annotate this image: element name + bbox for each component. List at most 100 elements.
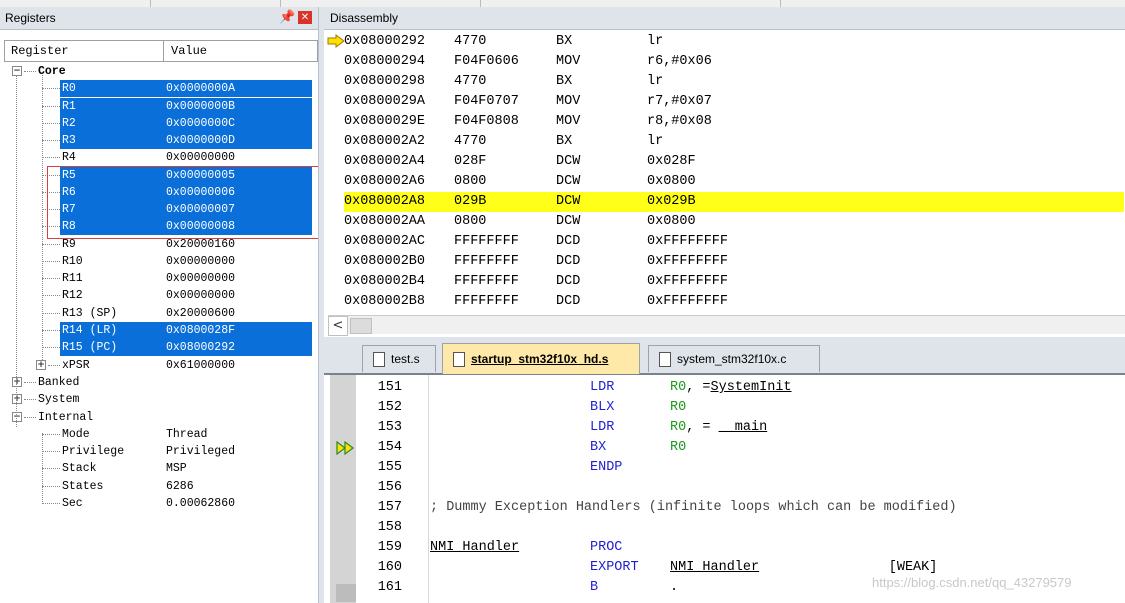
disassembly-opcode: 4770 [454, 34, 487, 49]
register-value[interactable]: 0x0800028F [166, 324, 235, 337]
pin-icon[interactable]: 📌 [279, 10, 295, 25]
disassembly-row[interactable]: 0x0800029A F04F0707 MOV r7,#0x07 [344, 92, 1124, 112]
register-value[interactable]: 0x00000000 [166, 255, 235, 268]
column-value[interactable]: Value [171, 44, 207, 58]
register-value[interactable]: 0x08000292 [166, 341, 235, 354]
register-row-banked[interactable]: + Banked [0, 374, 318, 391]
register-value[interactable]: 6286 [166, 480, 194, 493]
register-row-r10[interactable]: R10 0x00000000 [0, 253, 318, 270]
file-icon [373, 352, 385, 367]
register-row-r15[interactable]: R15 (PC) 0x08000292 [0, 339, 318, 356]
register-row-internal[interactable]: − Internal [0, 409, 318, 426]
register-value[interactable]: MSP [166, 462, 187, 475]
tree-guide [42, 157, 60, 159]
register-value[interactable]: 0x61000000 [166, 359, 235, 372]
register-value[interactable]: 0x0000000B [166, 100, 235, 113]
tree-guide [42, 295, 60, 297]
code-line[interactable]: 158 [364, 518, 1124, 538]
register-row-r4[interactable]: R4 0x00000000 [0, 149, 318, 166]
tab-startup-stm32f10x-hd-s[interactable]: startup_stm32f10x_hd.s [442, 343, 640, 374]
disassembly-mnemonic: BX [556, 74, 573, 89]
code-line[interactable]: 154 BX R0 [364, 438, 1124, 458]
source-editor: test.s startup_stm32f10x_hd.s system_stm32… [324, 337, 1125, 603]
tree-guide-vertical [42, 75, 43, 360]
line-number: 153 [377, 420, 402, 435]
code-line[interactable]: 156 [364, 478, 1124, 498]
tab-system-stm32f10x-c[interactable]: system_stm32f10x.c [648, 345, 820, 372]
collapse-icon[interactable]: − [12, 412, 22, 422]
register-value[interactable]: 0.00062860 [166, 497, 235, 510]
disassembly-row[interactable]: 0x080002A8 029B DCW 0x029B [344, 192, 1124, 212]
register-row-privilege[interactable]: Privilege Privileged [0, 443, 318, 460]
column-register[interactable]: Register [11, 44, 69, 58]
scroll-left-button[interactable]: < [328, 316, 348, 336]
column-divider[interactable] [163, 41, 164, 61]
disassembly-row[interactable]: 0x08000298 4770 BX lr [344, 72, 1124, 92]
register-row-r11[interactable]: R11 0x00000000 [0, 270, 318, 287]
register-value[interactable]: 0x0000000A [166, 82, 235, 95]
register-row-r14[interactable]: R14 (LR) 0x0800028F [0, 322, 318, 339]
disassembly-row[interactable]: 0x080002B0 FFFFFFFF DCD 0xFFFFFFFF [344, 252, 1124, 272]
register-row-r3[interactable]: R3 0x0000000D [0, 132, 318, 149]
register-value[interactable]: 0x20000600 [166, 307, 235, 320]
code-line[interactable]: 159 NMI_Handler PROC [364, 538, 1124, 558]
register-row-states[interactable]: States 6286 [0, 478, 318, 495]
register-value[interactable]: 0x20000160 [166, 238, 235, 251]
register-row-r1[interactable]: R1 0x0000000B [0, 98, 318, 115]
expand-icon[interactable]: + [12, 394, 22, 404]
code-line[interactable]: 152 BLX R0 [364, 398, 1124, 418]
register-value[interactable]: 0x0000000D [166, 134, 235, 147]
register-row-system[interactable]: + System [0, 391, 318, 408]
disassembly-address: 0x080002B0 [344, 254, 426, 269]
disassembly-row[interactable]: 0x080002A4 028F DCW 0x028F [344, 152, 1124, 172]
register-value[interactable]: Privileged [166, 445, 235, 458]
register-value[interactable]: 0x00000000 [166, 151, 235, 164]
register-row-stack[interactable]: Stack MSP [0, 460, 318, 477]
register-name: R15 (PC) [62, 341, 118, 354]
code-instruction: PROC [590, 540, 623, 555]
disassembly-mnemonic: MOV [556, 114, 581, 129]
disassembly-hscrollbar[interactable]: < [328, 315, 1125, 336]
register-name: R13 (SP) [62, 307, 118, 320]
code-line[interactable]: 155 ENDP [364, 458, 1124, 478]
disassembly-row[interactable]: 0x080002A6 0800 DCW 0x0800 [344, 172, 1124, 192]
disassembly-row[interactable]: 0x080002B4 FFFFFFFF DCD 0xFFFFFFFF [344, 272, 1124, 292]
disassembly-row[interactable]: 0x08000292 4770 BX lr [344, 32, 1124, 52]
register-value[interactable]: Thread [166, 428, 207, 441]
register-row-r0[interactable]: R0 0x0000000A [0, 80, 318, 97]
register-row-core[interactable]: − Core [0, 63, 318, 80]
scroll-thumb[interactable] [350, 318, 372, 334]
disassembly-operand: r6,#0x06 [647, 54, 712, 69]
register-row-r12[interactable]: R12 0x00000000 [0, 287, 318, 304]
register-row-sec[interactable]: Sec 0.00062860 [0, 495, 318, 512]
double-arrow-icon [336, 441, 354, 455]
disassembly-row[interactable]: 0x080002AA 0800 DCW 0x0800 [344, 212, 1124, 232]
register-value[interactable]: 0x00000000 [166, 272, 235, 285]
editor-gutter[interactable] [330, 375, 356, 603]
collapse-icon[interactable]: − [12, 66, 22, 76]
tree-guide [42, 261, 60, 263]
gutter-scroll-marker[interactable] [336, 584, 356, 602]
code-line[interactable]: 151 LDR R0, =SystemInit [364, 378, 1124, 398]
disassembly-row[interactable]: 0x080002A2 4770 BX lr [344, 132, 1124, 152]
tab-test-s[interactable]: test.s [362, 345, 436, 372]
register-row-r2[interactable]: R2 0x0000000C [0, 115, 318, 132]
register-row-r13[interactable]: R13 (SP) 0x20000600 [0, 305, 318, 322]
code-line[interactable]: 153 LDR R0, = __main [364, 418, 1124, 438]
disassembly-row[interactable]: 0x080002B8 FFFFFFFF DCD 0xFFFFFFFF [344, 292, 1124, 312]
register-row-mode[interactable]: Mode Thread [0, 426, 318, 443]
close-icon[interactable]: ✕ [298, 11, 312, 24]
disassembly-address: 0x08000292 [344, 34, 426, 49]
disassembly-row[interactable]: 0x08000294 F04F0606 MOV r6,#0x06 [344, 52, 1124, 72]
disassembly-row[interactable]: 0x0800029E F04F0808 MOV r8,#0x08 [344, 112, 1124, 132]
expand-icon[interactable]: + [12, 377, 22, 387]
tree-guide [48, 365, 60, 367]
code-label: NMI_Handler [430, 540, 520, 555]
register-row-xpsr[interactable]: + xPSR 0x61000000 [0, 357, 318, 374]
watermark: https://blog.csdn.net/qq_43279579 [872, 575, 1072, 590]
code-line[interactable]: 157 ; Dummy Exception Handlers (infinite … [364, 498, 1124, 518]
register-value[interactable]: 0x0000000C [166, 117, 235, 130]
register-value[interactable]: 0x00000000 [166, 289, 235, 302]
expand-icon[interactable]: + [36, 360, 46, 370]
disassembly-row[interactable]: 0x080002AC FFFFFFFF DCD 0xFFFFFFFF [344, 232, 1124, 252]
